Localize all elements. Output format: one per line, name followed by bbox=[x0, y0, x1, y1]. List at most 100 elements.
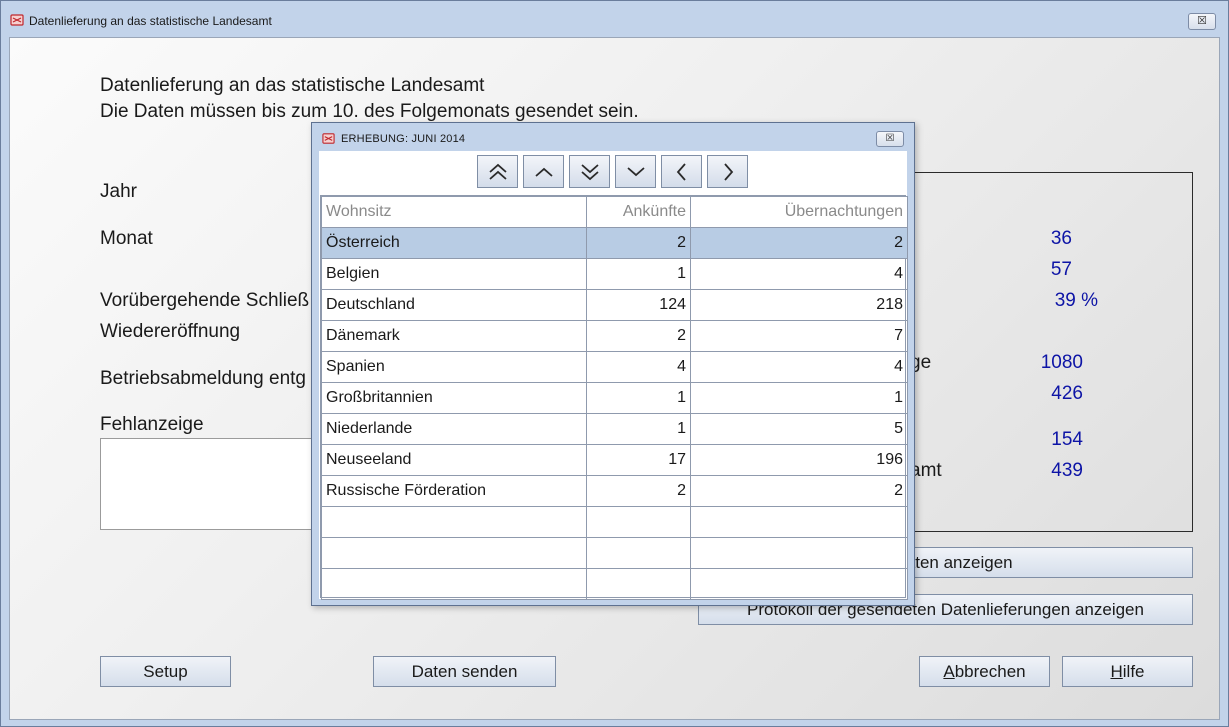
wohnsitz-cell[interactable]: Spanien bbox=[321, 351, 587, 383]
table-row[interactable] bbox=[321, 568, 908, 600]
dialog-titlebar[interactable]: ERHEBUNG: JUNI 2014 ☒ bbox=[312, 123, 914, 151]
wohnsitz-cell[interactable]: Dänemark bbox=[321, 320, 587, 352]
daten-senden-button[interactable]: Daten senden bbox=[373, 656, 556, 687]
wohnsitz-cell[interactable]: Russische Förderation bbox=[321, 475, 587, 507]
ankuenfte-cell[interactable]: 17 bbox=[586, 444, 691, 476]
jahr-label: Jahr bbox=[100, 181, 137, 202]
window-titlebar[interactable]: Datenlieferung an das statistische Lande… bbox=[1, 1, 1228, 37]
column-header-ankuenfte[interactable]: Ankünfte bbox=[586, 196, 691, 228]
stats-value: 439 bbox=[1051, 460, 1083, 481]
uebernachtungen-cell[interactable]: 4 bbox=[690, 351, 908, 383]
double-chevron-up-icon bbox=[489, 163, 507, 180]
wohnsitz-cell[interactable]: Neuseeland bbox=[321, 444, 587, 476]
table-row[interactable]: Deutschland 124 218 bbox=[321, 289, 908, 321]
stats-value: 426 bbox=[1051, 383, 1083, 404]
header-line-2: Die Daten müssen bis zum 10. des Folgemo… bbox=[100, 101, 639, 122]
column-header-wohnsitz[interactable]: Wohnsitz bbox=[321, 196, 587, 228]
wohnsitz-cell[interactable]: Großbritannien bbox=[321, 382, 587, 414]
stats-value: 1080 bbox=[1040, 352, 1083, 373]
chevron-down-icon bbox=[627, 167, 645, 177]
wohnsitz-cell[interactable] bbox=[321, 568, 587, 600]
previous-page-button[interactable] bbox=[523, 155, 564, 188]
stats-value: 36 bbox=[1050, 228, 1072, 249]
ankuenfte-cell[interactable]: 1 bbox=[586, 413, 691, 445]
uebernachtungen-cell[interactable]: 7 bbox=[690, 320, 908, 352]
window-close-button[interactable]: ☒ bbox=[1188, 13, 1216, 30]
wohnsitz-table: Wohnsitz Ankünfte Übernachtungen Österre… bbox=[320, 195, 908, 600]
stats-value: 39 % bbox=[1054, 290, 1098, 311]
next-page-button[interactable] bbox=[615, 155, 656, 188]
table-row[interactable]: Belgien 1 4 bbox=[321, 258, 908, 290]
uebernachtungen-cell[interactable]: 5 bbox=[690, 413, 908, 445]
monat-label: Monat bbox=[100, 228, 153, 249]
erhebung-dialog: ERHEBUNG: JUNI 2014 ☒ Wohnsitz Ankünfte … bbox=[311, 122, 915, 606]
ankuenfte-cell[interactable]: 2 bbox=[586, 320, 691, 352]
ankuenfte-cell[interactable]: 2 bbox=[586, 475, 691, 507]
table-row[interactable]: Neuseeland 17 196 bbox=[321, 444, 908, 476]
table-row[interactable]: Großbritannien 1 1 bbox=[321, 382, 908, 414]
table-row[interactable]: Niederlande 1 5 bbox=[321, 413, 908, 445]
header-line-1: Datenlieferung an das statistische Lande… bbox=[100, 75, 485, 96]
chevron-left-icon bbox=[676, 163, 686, 181]
table-header-row: Wohnsitz Ankünfte Übernachtungen bbox=[321, 196, 908, 228]
table-row[interactable]: Spanien 4 4 bbox=[321, 351, 908, 383]
ankuenfte-cell[interactable] bbox=[586, 506, 691, 538]
wohnsitz-cell[interactable] bbox=[321, 506, 587, 538]
ankuenfte-cell[interactable]: 1 bbox=[586, 382, 691, 414]
betriebsabmeldung-label: Betriebsabmeldung entg bbox=[100, 368, 306, 389]
ankuenfte-cell[interactable] bbox=[586, 568, 691, 600]
uebernachtungen-cell[interactable]: 2 bbox=[690, 227, 908, 259]
wohnsitz-cell[interactable]: Belgien bbox=[321, 258, 587, 290]
hilfe-label: ilfe bbox=[1122, 662, 1145, 681]
app-icon bbox=[10, 14, 24, 26]
abbrechen-button[interactable]: Abbrechen bbox=[919, 656, 1050, 687]
hilfe-mnemonic: H bbox=[1110, 662, 1123, 681]
abbrechen-label: bbrechen bbox=[954, 662, 1026, 681]
uebernachtungen-cell[interactable] bbox=[690, 568, 908, 600]
first-page-button[interactable] bbox=[477, 155, 518, 188]
table-row[interactable]: Dänemark 2 7 bbox=[321, 320, 908, 352]
uebernachtungen-cell[interactable]: 218 bbox=[690, 289, 908, 321]
dialog-close-button[interactable]: ☒ bbox=[876, 131, 904, 147]
dialog-body: Wohnsitz Ankünfte Übernachtungen Österre… bbox=[319, 151, 908, 600]
uebernachtungen-cell[interactable]: 4 bbox=[690, 258, 908, 290]
uebernachtungen-cell[interactable]: 196 bbox=[690, 444, 908, 476]
hilfe-button[interactable]: Hilfe bbox=[1062, 656, 1193, 687]
window-title: Datenlieferung an das statistische Lande… bbox=[29, 14, 272, 28]
column-header-uebernachtungen[interactable]: Übernachtungen bbox=[690, 196, 908, 228]
table-row[interactable]: Russische Förderation 2 2 bbox=[321, 475, 908, 507]
ankuenfte-cell[interactable] bbox=[586, 537, 691, 569]
uebernachtungen-cell[interactable]: 1 bbox=[690, 382, 908, 414]
table-row[interactable] bbox=[321, 537, 908, 569]
stats-value: 154 bbox=[1051, 429, 1083, 450]
next-month-button[interactable] bbox=[707, 155, 748, 188]
close-icon: ☒ bbox=[1197, 15, 1207, 27]
uebernachtungen-cell[interactable] bbox=[690, 537, 908, 569]
ankuenfte-cell[interactable]: 124 bbox=[586, 289, 691, 321]
stats-value: 57 bbox=[1050, 259, 1072, 280]
close-icon: ☒ bbox=[885, 133, 895, 144]
table-row[interactable] bbox=[321, 506, 908, 538]
table-row[interactable]: Österreich 2 2 bbox=[321, 227, 908, 259]
wohnsitz-cell[interactable]: Niederlande bbox=[321, 413, 587, 445]
schliessung-label: Vorübergehende Schließ bbox=[100, 290, 310, 311]
wohnsitz-cell[interactable]: Deutschland bbox=[321, 289, 587, 321]
wiedereroeffnung-label: Wiedereröffnung bbox=[100, 321, 241, 342]
ankuenfte-cell[interactable]: 2 bbox=[586, 227, 691, 259]
app-icon bbox=[322, 133, 335, 144]
previous-month-button[interactable] bbox=[661, 155, 702, 188]
wohnsitz-cell[interactable]: Österreich bbox=[321, 227, 587, 259]
ankuenfte-cell[interactable]: 1 bbox=[586, 258, 691, 290]
dialog-title: ERHEBUNG: JUNI 2014 bbox=[341, 133, 466, 145]
last-page-button[interactable] bbox=[569, 155, 610, 188]
fehlanzeige-label: Fehlanzeige bbox=[100, 414, 204, 435]
wohnsitz-cell[interactable] bbox=[321, 537, 587, 569]
double-chevron-down-icon bbox=[581, 164, 599, 181]
uebernachtungen-cell[interactable] bbox=[690, 506, 908, 538]
uebernachtungen-cell[interactable]: 2 bbox=[690, 475, 908, 507]
abbrechen-mnemonic: A bbox=[943, 662, 955, 681]
chevron-right-icon bbox=[724, 163, 734, 181]
fehlanzeige-textarea[interactable] bbox=[100, 438, 320, 530]
setup-button[interactable]: Setup bbox=[100, 656, 231, 687]
ankuenfte-cell[interactable]: 4 bbox=[586, 351, 691, 383]
